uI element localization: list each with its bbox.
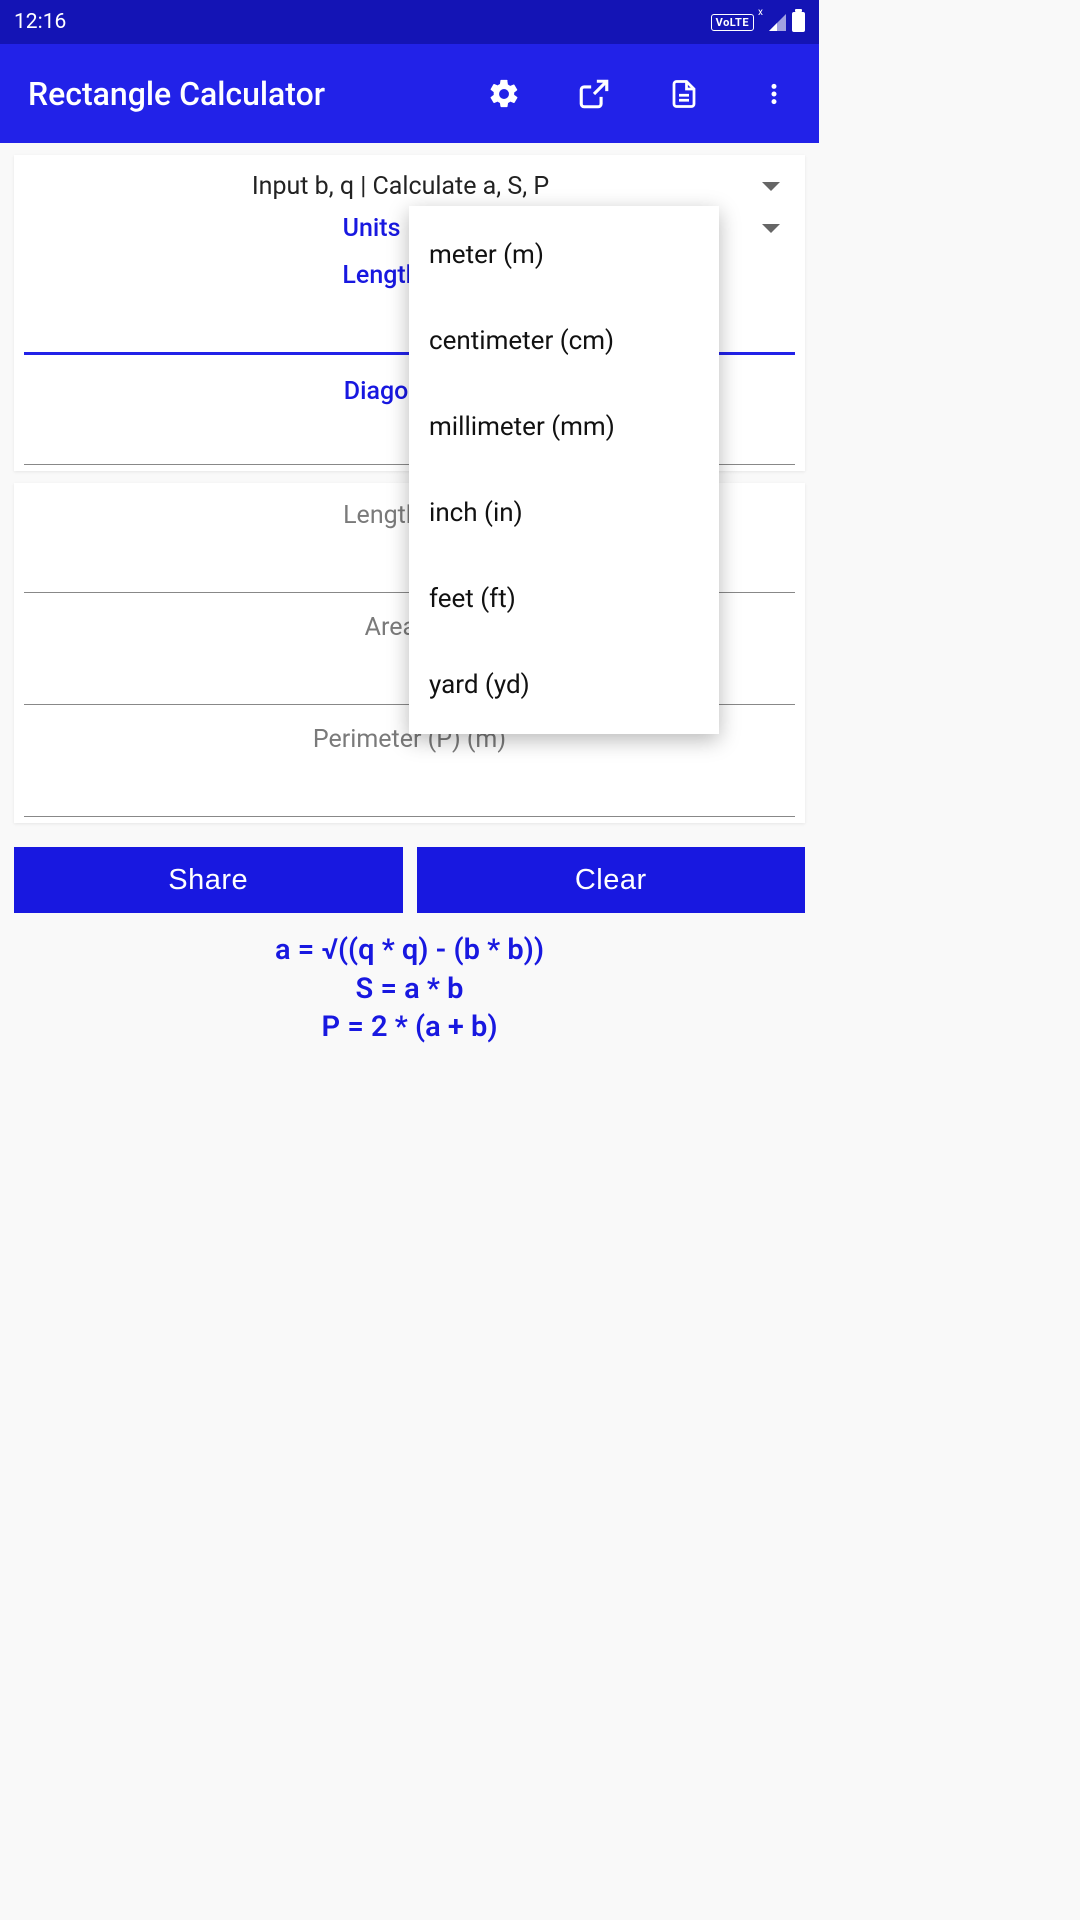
signal-x: x (758, 7, 763, 18)
volte-icon: VoLTE (711, 14, 754, 31)
units-popup: meter (m) centimeter (cm) millimeter (mm… (409, 206, 719, 734)
units-option-centimeter[interactable]: centimeter (cm) (409, 298, 719, 384)
status-icons: VoLTE x (711, 12, 805, 32)
units-option-meter[interactable]: meter (m) (409, 212, 719, 298)
clear-button[interactable]: Clear (417, 847, 806, 913)
signal-icon (769, 14, 786, 31)
formulas-block: a = √((q * q) - (b * b)) S = a * b P = 2… (0, 931, 819, 1047)
app-bar: Rectangle Calculator (0, 44, 819, 143)
clock: 12:16 (14, 10, 66, 34)
units-label: Units (39, 214, 401, 243)
chevron-down-icon (762, 224, 780, 233)
document-icon[interactable] (667, 77, 701, 111)
more-icon[interactable] (757, 77, 791, 111)
units-option-millimeter[interactable]: millimeter (mm) (409, 384, 719, 470)
calculation-mode-label: Input b, q | Calculate a, S, P (39, 172, 762, 201)
settings-icon[interactable] (487, 77, 521, 111)
perimeter-output (24, 757, 795, 817)
share-icon[interactable] (577, 77, 611, 111)
battery-icon (792, 12, 805, 32)
formula-p: P = 2 * (a + b) (0, 1008, 819, 1047)
formula-s: S = a * b (0, 970, 819, 1009)
status-bar: 12:16 VoLTE x (0, 0, 819, 44)
app-title: Rectangle Calculator (28, 75, 487, 113)
units-option-yard[interactable]: yard (yd) (409, 642, 719, 728)
share-button[interactable]: Share (14, 847, 403, 913)
calculation-mode-dropdown[interactable]: Input b, q | Calculate a, S, P (19, 169, 800, 203)
units-option-inch[interactable]: inch (in) (409, 470, 719, 556)
chevron-down-icon (762, 182, 780, 191)
units-option-feet[interactable]: feet (ft) (409, 556, 719, 642)
formula-a: a = √((q * q) - (b * b)) (0, 931, 819, 970)
